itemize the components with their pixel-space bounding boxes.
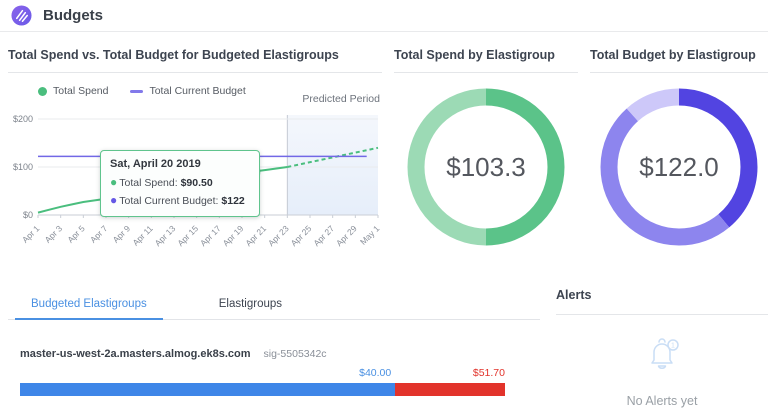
total-spend-title: Total Spend by Elastigroup: [394, 40, 578, 62]
tooltip-budget-value: $122: [221, 195, 244, 207]
svg-text:Apr 3: Apr 3: [43, 223, 65, 245]
divider: [590, 72, 768, 73]
divider: [556, 314, 768, 315]
budget-amount-label: $40.00: [359, 367, 391, 379]
spend-vs-budget-panel: Total Spend vs. Total Budget for Budgete…: [8, 40, 382, 272]
elastigroup-name[interactable]: master-us-west-2a.masters.almog.ek8s.com: [20, 348, 251, 360]
spend-donut-value: $103.3: [406, 87, 566, 247]
alerts-title: Alerts: [556, 288, 768, 302]
svg-text:Apr 1: Apr 1: [20, 223, 42, 245]
svg-text:Apr 27: Apr 27: [311, 223, 336, 248]
budget-donut[interactable]: $122.0: [599, 87, 759, 247]
predicted-period-label: Predicted Period: [302, 93, 380, 105]
usage-bar[interactable]: [20, 383, 505, 396]
budget-dash-icon: [130, 90, 143, 93]
divider: [8, 72, 382, 73]
svg-text:Apr 23: Apr 23: [266, 223, 291, 248]
svg-text:Apr 19: Apr 19: [221, 223, 246, 248]
svg-text:Apr 29: Apr 29: [334, 223, 359, 248]
elastigroup-row[interactable]: master-us-west-2a.masters.almog.ek8s.com…: [20, 348, 327, 360]
chart-tooltip: Sat, April 20 2019 ●Total Spend: $90.50 …: [100, 150, 260, 217]
svg-text:Apr 21: Apr 21: [243, 223, 268, 248]
svg-text:May 1: May 1: [358, 223, 382, 247]
bell-icon: 1: [636, 333, 688, 384]
legend-label: Total Current Budget: [149, 85, 245, 97]
tooltip-budget-row: ●Total Current Budget: $122: [110, 191, 250, 210]
legend-total-spend[interactable]: Total Spend: [38, 85, 108, 97]
spend-donut[interactable]: $103.3: [406, 87, 566, 247]
spend-bullet-icon: ●: [110, 175, 117, 189]
alerts-panel: Alerts 1 No Alerts yet: [556, 288, 768, 408]
tooltip-spend-value: $90.50: [181, 177, 213, 189]
budget-bullet-icon: ●: [110, 193, 117, 207]
svg-text:$0: $0: [23, 210, 33, 220]
svg-text:Apr 25: Apr 25: [289, 223, 314, 248]
spend-chart-area: $0$100$200Apr 1Apr 3Apr 5Apr 7Apr 9Apr 1…: [8, 105, 382, 272]
svg-text:Apr 9: Apr 9: [111, 223, 133, 245]
svg-text:1: 1: [671, 343, 675, 350]
elastigroup-tabs: Budgeted Elastigroups Elastigroups: [8, 292, 540, 320]
svg-text:Apr 17: Apr 17: [198, 223, 223, 248]
usage-bar-labels: $40.00 $51.70: [20, 367, 505, 380]
no-alerts-text: No Alerts yet: [556, 394, 768, 408]
tab-elastigroups[interactable]: Elastigroups: [203, 292, 298, 319]
svg-text:$100: $100: [13, 162, 33, 172]
elastigroup-sig: sig-5505342c: [264, 348, 327, 360]
svg-text:$200: $200: [13, 114, 33, 124]
total-budget-title: Total Budget by Elastigroup: [590, 40, 768, 62]
svg-text:Apr 15: Apr 15: [175, 223, 200, 248]
total-spend-panel: Total Spend by Elastigroup $103.3: [394, 40, 578, 247]
legend-total-current-budget[interactable]: Total Current Budget: [130, 85, 245, 97]
tab-budgeted-elastigroups[interactable]: Budgeted Elastigroups: [15, 292, 163, 320]
page-title: Budgets: [43, 7, 103, 24]
app-header: Budgets: [0, 0, 768, 32]
svg-text:Apr 13: Apr 13: [153, 223, 178, 248]
total-budget-panel: Total Budget by Elastigroup $122.0: [590, 40, 768, 247]
svg-text:Apr 5: Apr 5: [65, 223, 87, 245]
spend-vs-budget-title: Total Spend vs. Total Budget for Budgete…: [8, 40, 382, 62]
spend-amount-label: $51.70: [473, 367, 505, 379]
tooltip-date: Sat, April 20 2019: [110, 156, 250, 173]
spotinst-logo-icon[interactable]: [11, 5, 32, 26]
budgets-page: Budgets Total Spend vs. Total Budget for…: [0, 0, 768, 414]
divider: [394, 72, 578, 73]
legend-label: Total Spend: [53, 85, 108, 97]
svg-text:Apr 11: Apr 11: [130, 223, 155, 248]
spend-dot-icon: [38, 87, 47, 96]
budget-bar-segment: [20, 383, 395, 396]
budget-donut-value: $122.0: [599, 87, 759, 247]
svg-text:Apr 7: Apr 7: [88, 223, 110, 245]
tooltip-spend-row: ●Total Spend: $90.50: [110, 173, 250, 192]
overspend-bar-segment: [395, 383, 505, 396]
